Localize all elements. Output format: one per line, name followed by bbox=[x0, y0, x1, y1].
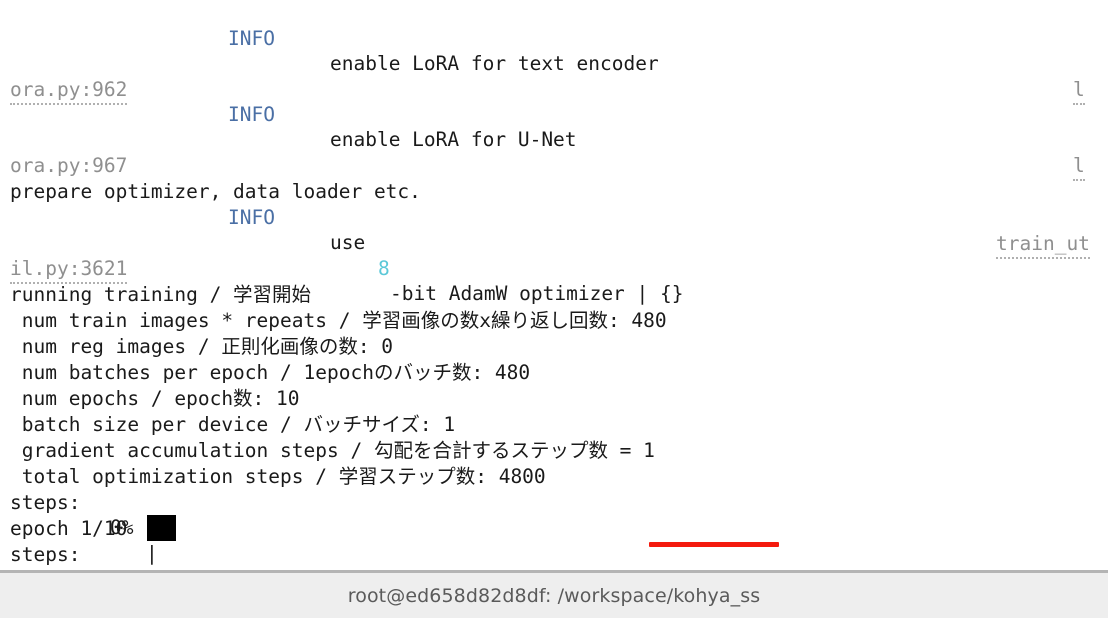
window-status-bar: root@ed658d82d8df: /workspace/kohya_ss bbox=[0, 570, 1108, 618]
red-underline-annotation bbox=[649, 542, 779, 547]
log-level-info: INFO bbox=[228, 102, 275, 126]
terminal-output[interactable]: INFO enable LoRA for text encoder l ora.… bbox=[0, 0, 1108, 570]
progress-bar-fill bbox=[147, 515, 176, 541]
status-bar-title: root@ed658d82d8df: /workspace/kohya_ss bbox=[347, 584, 761, 607]
log-level-info: INFO bbox=[228, 26, 275, 50]
progress-label: steps: bbox=[10, 542, 81, 566]
